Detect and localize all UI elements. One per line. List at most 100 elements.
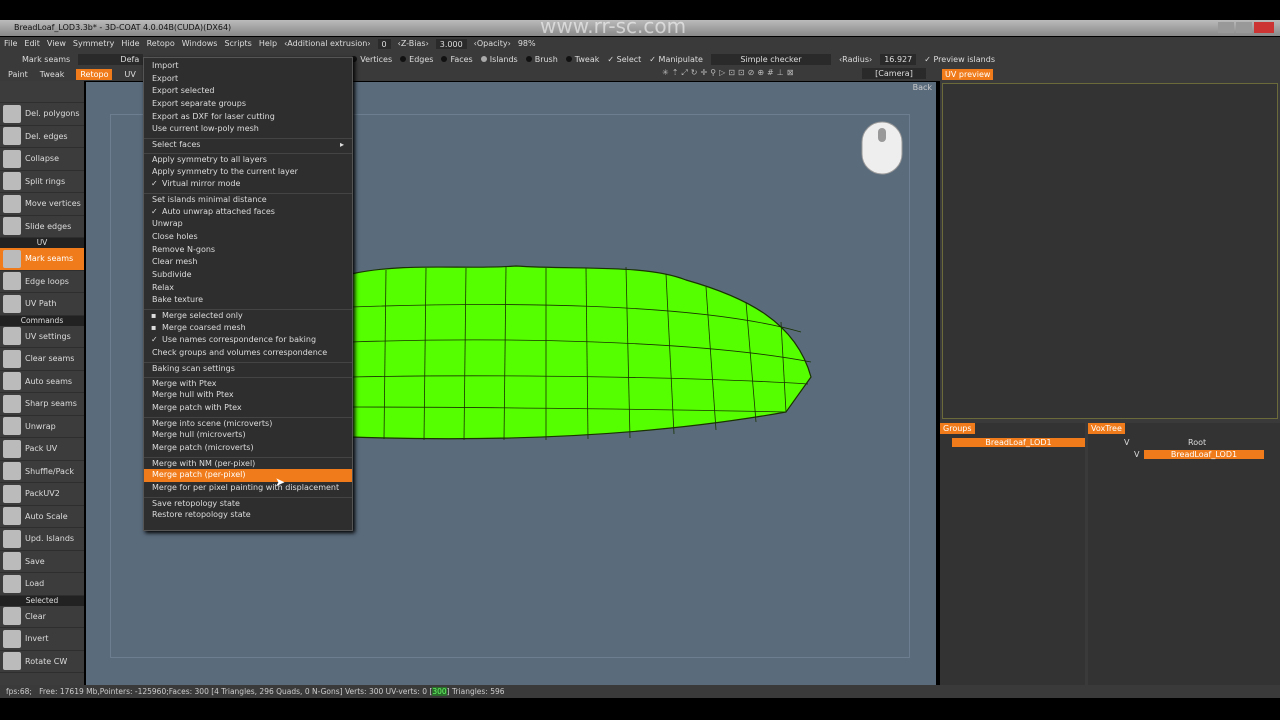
menu-file[interactable]: File [4, 39, 17, 49]
tab-tweak[interactable]: Tweak [40, 70, 65, 79]
menu-item-auto-unwrap-attached-faces[interactable]: ✓ Auto unwrap attached faces [144, 206, 352, 219]
extrusion-field[interactable]: 0 [377, 39, 391, 49]
tab-paint[interactable]: Paint [8, 70, 28, 79]
navigation-icons[interactable]: ✳⇡⤢↻✛⚲▷⊡⊡⊘⊕#⊥⊠ [662, 68, 796, 78]
mode-tweak[interactable]: Tweak [565, 55, 599, 64]
menu-item-export-as-dxf-for-laser-cutting[interactable]: Export as DXF for laser cutting [144, 111, 352, 124]
camera-dropdown[interactable]: [Camera] [862, 68, 926, 79]
tool-uv-path[interactable]: UV Path [0, 293, 84, 316]
tool-slide-edges[interactable]: Slide edges [0, 216, 84, 238]
tool-sharp-seams[interactable]: Sharp seams [0, 393, 84, 416]
menu-item-apply-symmetry-to-the-current-layer[interactable]: Apply symmetry to the current layer [144, 166, 352, 179]
tool-load[interactable]: Load [0, 573, 84, 596]
voxtree-root[interactable]: V Root [1088, 438, 1280, 450]
tool-auto-seams[interactable]: Auto seams [0, 371, 84, 393]
checker-dropdown[interactable]: Simple checker [710, 53, 831, 65]
menu-item-remove-n-gons[interactable]: Remove N-gons [144, 244, 352, 257]
tool-uv-settings[interactable]: UV settings [0, 326, 84, 348]
menu-item-check-groups-and-volumes-correspondence[interactable]: Check groups and volumes correspondence [144, 347, 352, 360]
menu-item-export[interactable]: Export [144, 73, 352, 86]
upd-islands-icon [3, 529, 21, 548]
zbias-field[interactable]: 3.000 [435, 39, 467, 49]
menu-item-unwrap[interactable]: Unwrap [144, 218, 352, 231]
mode-islands[interactable]: Islands [480, 55, 518, 64]
tool-unwrap[interactable]: Unwrap [0, 416, 84, 438]
tool-pack-uv[interactable]: Pack UV [0, 438, 84, 461]
uv-preview-canvas[interactable] [942, 83, 1278, 419]
menu-item-set-islands-minimal-distance[interactable]: Set islands minimal distance [144, 192, 352, 206]
menu-item-export-separate-groups[interactable]: Export separate groups [144, 98, 352, 111]
menu-item-merge-patch-with-ptex[interactable]: Merge patch with Ptex [144, 402, 352, 415]
menu-item-export-selected[interactable]: Export selected [144, 85, 352, 98]
tool-clear[interactable]: Clear [0, 606, 84, 628]
tab-uv[interactable]: UV [124, 70, 135, 79]
menu-scripts[interactable]: Scripts [224, 39, 251, 49]
tool-clear-seams[interactable]: Clear seams [0, 348, 84, 371]
tab-groups[interactable]: Groups [940, 423, 975, 434]
tool-move-vertices[interactable]: Move vertices [0, 193, 84, 216]
tool-collapse[interactable]: Collapse [0, 148, 84, 171]
tool-packuv2[interactable]: PackUV2 [0, 483, 84, 506]
menu-item-subdivide[interactable]: Subdivide [144, 269, 352, 282]
opacity-field[interactable]: 98% [518, 39, 536, 49]
menu-hide[interactable]: Hide [121, 39, 139, 49]
manipulate-checkbox[interactable]: ✓ Manipulate [649, 55, 703, 64]
tab-retopo[interactable]: Retopo [76, 68, 113, 80]
menu-item-merge-hull-microverts[interactable]: Merge hull (microverts) [144, 429, 352, 442]
menu-item-save-retopology-state[interactable]: Save retopology state [144, 496, 352, 510]
menu-item-import[interactable]: Import [144, 60, 352, 73]
menu-item-clear-mesh[interactable]: Clear mesh [144, 256, 352, 269]
menu-item-merge-into-scene-microverts[interactable]: Merge into scene (microverts) [144, 416, 352, 430]
menu-item-merge-selected-only[interactable]: ▪ Merge selected only [144, 309, 352, 322]
menu-item-merge-with-ptex[interactable]: Merge with Ptex [144, 376, 352, 390]
close-icon[interactable] [1254, 22, 1274, 33]
radius-field[interactable]: 16.927 [880, 53, 917, 65]
mode-brush[interactable]: Brush [525, 55, 558, 64]
menu-view[interactable]: View [47, 39, 66, 49]
mode-edges[interactable]: Edges [400, 55, 433, 64]
maximize-icon[interactable] [1236, 22, 1252, 33]
preset-dropdown[interactable]: Defa [78, 53, 144, 65]
menu-item-virtual-mirror-mode[interactable]: ✓ Virtual mirror mode [144, 178, 352, 191]
menu-item-close-holes[interactable]: Close holes [144, 231, 352, 244]
tool-rotate-cw[interactable]: Rotate CW [0, 651, 84, 673]
menu-item-merge-patch-microverts[interactable]: Merge patch (microverts) [144, 442, 352, 455]
mode-vertices[interactable]: Vertices [351, 55, 392, 64]
preview-islands-checkbox[interactable]: ✓ Preview islands [924, 55, 995, 64]
tab-uv-preview[interactable]: UV preview [942, 69, 994, 80]
menu-item-merge-for-per-pixel-painting-with-displacement[interactable]: Merge for per pixel painting with displa… [144, 482, 352, 495]
group-item[interactable]: BreadLoaf_LOD1 [952, 438, 1085, 447]
menu-item-merge-patch-per-pixel[interactable]: Merge patch (per-pixel) [144, 469, 352, 482]
tool-save[interactable]: Save [0, 551, 84, 573]
voxtree-item[interactable]: V BreadLoaf_LOD1 [1088, 450, 1280, 462]
tool-upd-islands[interactable]: Upd. Islands [0, 528, 84, 551]
menu-item-restore-retopology-state[interactable]: Restore retopology state [144, 509, 352, 522]
tool-split-rings[interactable]: Split rings [0, 171, 84, 193]
select-checkbox[interactable]: ✓ Select [607, 55, 641, 64]
tool-auto-scale[interactable]: Auto Scale [0, 506, 84, 528]
minimize-icon[interactable] [1218, 22, 1234, 33]
menu-item-baking-scan-settings[interactable]: Baking scan settings [144, 361, 352, 375]
tool-del-edges[interactable]: Del. edges [0, 126, 84, 148]
tool-invert[interactable]: Invert [0, 628, 84, 651]
tool-edge-loops[interactable]: Edge loops [0, 271, 84, 293]
menu-item-merge-hull-with-ptex[interactable]: Merge hull with Ptex [144, 389, 352, 402]
menu-help[interactable]: Help [259, 39, 277, 49]
menu-item-merge-coarsed-mesh[interactable]: ▪ Merge coarsed mesh [144, 322, 352, 335]
menu-item-use-current-low-poly-mesh[interactable]: Use current low-poly mesh [144, 123, 352, 136]
tool-shuffle-pack[interactable]: Shuffle/Pack [0, 461, 84, 483]
menu-item-use-names-correspondence-for-baking[interactable]: ✓ Use names correspondence for baking [144, 334, 352, 347]
menu-item-merge-with-nm-per-pixel[interactable]: Merge with NM (per-pixel) [144, 456, 352, 470]
menu-edit[interactable]: Edit [24, 39, 40, 49]
menu-item-select-faces[interactable]: Select faces ▸ [144, 138, 352, 151]
tool-del-polygons[interactable]: Del. polygons [0, 103, 84, 126]
menu-windows[interactable]: Windows [182, 39, 218, 49]
tool-mark-seams[interactable]: Mark seams [0, 248, 84, 271]
menu-item-bake-texture[interactable]: Bake texture [144, 294, 352, 307]
menu-item-apply-symmetry-to-all-layers[interactable]: Apply symmetry to all layers [144, 152, 352, 166]
menu-item-relax[interactable]: Relax [144, 282, 352, 295]
mode-faces[interactable]: Faces [441, 55, 473, 64]
menu-retopo[interactable]: Retopo [147, 39, 175, 49]
tab-voxtree[interactable]: VoxTree [1088, 423, 1125, 434]
menu-symmetry[interactable]: Symmetry [73, 39, 114, 49]
